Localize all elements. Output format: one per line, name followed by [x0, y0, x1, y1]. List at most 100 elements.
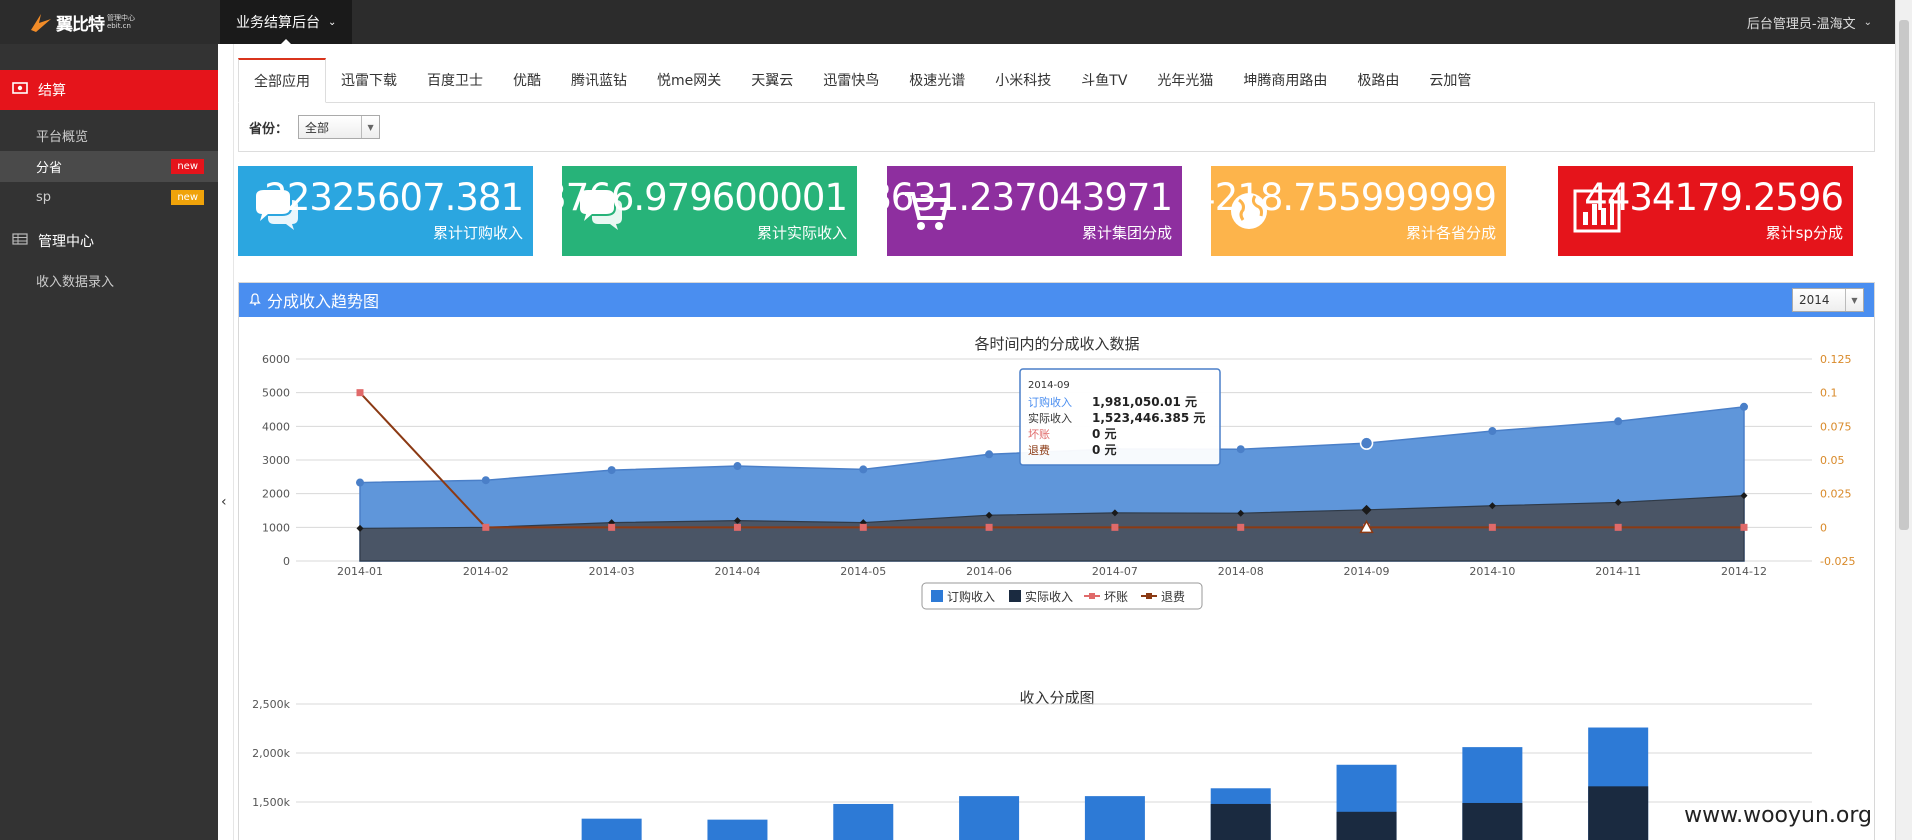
top-bar: 翼比特 管理中心 ebit.cn 业务结算后台 ⌄ 后台管理员-温海文 ⌄ [0, 0, 1912, 45]
logo-sub: 管理中心 ebit.cn [107, 14, 135, 30]
tooltip-row-label: 坏账 [1028, 428, 1050, 441]
sidebar-item-overview[interactable]: 平台概览 [0, 120, 218, 151]
tab-10[interactable]: 斗鱼TV [1066, 58, 1142, 102]
legend-swatch-marker [1146, 593, 1152, 599]
globe-icon [1225, 188, 1275, 234]
user-menu[interactable]: 后台管理员-温海文 ⌄ [1747, 0, 1872, 44]
sidebar-section-label: 管理中心 [38, 234, 94, 250]
card-label: 累计sp分成 [1765, 224, 1843, 242]
legend-swatch [931, 590, 943, 602]
caret-down-icon: ▼ [1845, 289, 1863, 311]
tab-9[interactable]: 小米科技 [980, 58, 1066, 102]
summary-card: 22325607.381 累计订购收入 [238, 166, 533, 256]
chart-title: 各时间内的分成收入数据 [974, 335, 1139, 353]
sidebar-item-label: 平台概览 [36, 130, 89, 145]
x-tick-label: 2014-04 [714, 565, 760, 578]
tooltip-row-value: 0 元 [1092, 443, 1117, 457]
watermark: www.wooyun.org [1684, 803, 1872, 828]
data-point-subscription [356, 478, 364, 487]
y2-tick-label: -0.025 [1820, 555, 1855, 568]
bar-subscription [833, 803, 894, 840]
chart-tooltip: 2014-09 订购收入 1,981,050.01 元实际收入 1,523,446.3… [1019, 368, 1221, 466]
sidebar-section-admin[interactable]: 管理中心 [0, 221, 218, 261]
y-tick-label: 2,500k [252, 698, 290, 711]
cart-icon [901, 188, 951, 234]
bar-subscription [707, 819, 768, 840]
sidebar-section-settlement[interactable]: 结算 [0, 70, 218, 110]
card-value: 4434179.2596 [1584, 176, 1844, 219]
tab-14[interactable]: 云加管 [1414, 58, 1486, 102]
grid-icon [12, 233, 28, 249]
sidebar-collapse-toggle[interactable]: ‹ [218, 44, 234, 840]
y2-tick-label: 0.1 [1820, 387, 1838, 400]
y2-tick-label: 0.125 [1820, 353, 1852, 366]
data-point-bad-debt [1237, 523, 1245, 531]
province-select[interactable]: 全部 ▼ [298, 115, 381, 139]
legend-label: 退费 [1161, 590, 1185, 604]
tab-11[interactable]: 光年光猫 [1142, 58, 1228, 102]
data-point-bad-debt [356, 389, 364, 397]
data-point-bad-debt [1111, 523, 1119, 531]
data-point-subscription [733, 462, 742, 471]
tab-4[interactable]: 腾讯蓝钻 [556, 58, 642, 102]
summary-card: 2754218.755999999累计各省分成 [1211, 166, 1506, 256]
new-badge: new [171, 190, 204, 205]
x-tick-label: 2014-09 [1344, 565, 1390, 578]
sidebar-item-sp[interactable]: sp new [0, 182, 218, 213]
summary-card: 1458631.237043971累计集团分成 [887, 166, 1182, 256]
data-point-subscription [1488, 427, 1497, 436]
x-tick-label: 2014-01 [337, 565, 383, 578]
x-tick-label: 2014-10 [1469, 565, 1515, 578]
tab-8[interactable]: 极速光谱 [894, 58, 980, 102]
y-tick-label: 4000 [262, 420, 290, 433]
tab-3[interactable]: 优酷 [498, 58, 556, 102]
x-tick-label: 2014-12 [1721, 565, 1767, 578]
tab-1[interactable]: 迅雷下载 [326, 58, 412, 102]
x-tick-label: 2014-06 [966, 565, 1012, 578]
y-tick-label: 1,500k [252, 796, 290, 809]
logo-brand: 翼比特 [56, 14, 105, 35]
data-point-bad-debt [985, 523, 993, 531]
bell-icon [249, 291, 261, 310]
legend-swatch [1009, 590, 1021, 602]
chevron-left-icon: ‹ [221, 494, 227, 510]
sidebar-item-label: sp [36, 190, 52, 205]
legend-label: 订购收入 [947, 589, 995, 604]
page-scrollbar[interactable] [1895, 0, 1912, 840]
year-select[interactable]: 2014 ▼ [1792, 288, 1864, 312]
tab-6[interactable]: 天翼云 [736, 58, 808, 102]
panel-title: 分成收入趋势图 [267, 292, 380, 311]
x-tick-label: 2014-07 [1092, 565, 1138, 578]
summary-card: 4434179.2596 累计sp分成 [1558, 166, 1853, 256]
sidebar-item-province[interactable]: 分省 new [0, 151, 218, 182]
logo[interactable]: 翼比特 管理中心 ebit.cn [28, 8, 148, 36]
data-point-bad-debt [1740, 523, 1748, 531]
tab-0[interactable]: 全部应用 [238, 58, 326, 103]
y2-tick-label: 0.025 [1820, 488, 1852, 501]
caret-down-icon: ▼ [361, 116, 379, 138]
sidebar-section-label: 结算 [38, 83, 66, 99]
tab-5[interactable]: 悦me网关 [642, 58, 736, 102]
x-tick-label: 2014-03 [589, 565, 635, 578]
legend-swatch-marker [1089, 593, 1095, 599]
legend-label: 坏账 [1104, 590, 1128, 604]
app-switcher[interactable]: 业务结算后台 ⌄ [220, 0, 353, 45]
tab-12[interactable]: 坤腾商用路由 [1228, 58, 1342, 102]
chat-icon [252, 188, 302, 234]
sidebar-item-revenue-entry[interactable]: 收入数据录入 [0, 265, 218, 296]
tab-2[interactable]: 百度卫士 [412, 58, 498, 102]
y2-tick-label: 0 [1820, 521, 1827, 534]
data-point-bad-debt [859, 523, 867, 531]
y-tick-label: 5000 [262, 387, 290, 400]
scrollbar-thumb[interactable] [1899, 20, 1909, 530]
logo-mark-icon [28, 10, 54, 34]
chevron-down-icon: ⌄ [328, 16, 337, 28]
legend-label: 实际收入 [1025, 589, 1073, 604]
tab-7[interactable]: 迅雷快鸟 [808, 58, 894, 102]
x-tick-label: 2014-08 [1218, 565, 1264, 578]
y-tick-label: 2,000k [252, 747, 290, 760]
data-point-bad-debt [1488, 523, 1496, 531]
data-point-subscription [1236, 445, 1245, 454]
y2-tick-label: 0.05 [1820, 454, 1845, 467]
tab-13[interactable]: 极路由 [1342, 58, 1414, 102]
